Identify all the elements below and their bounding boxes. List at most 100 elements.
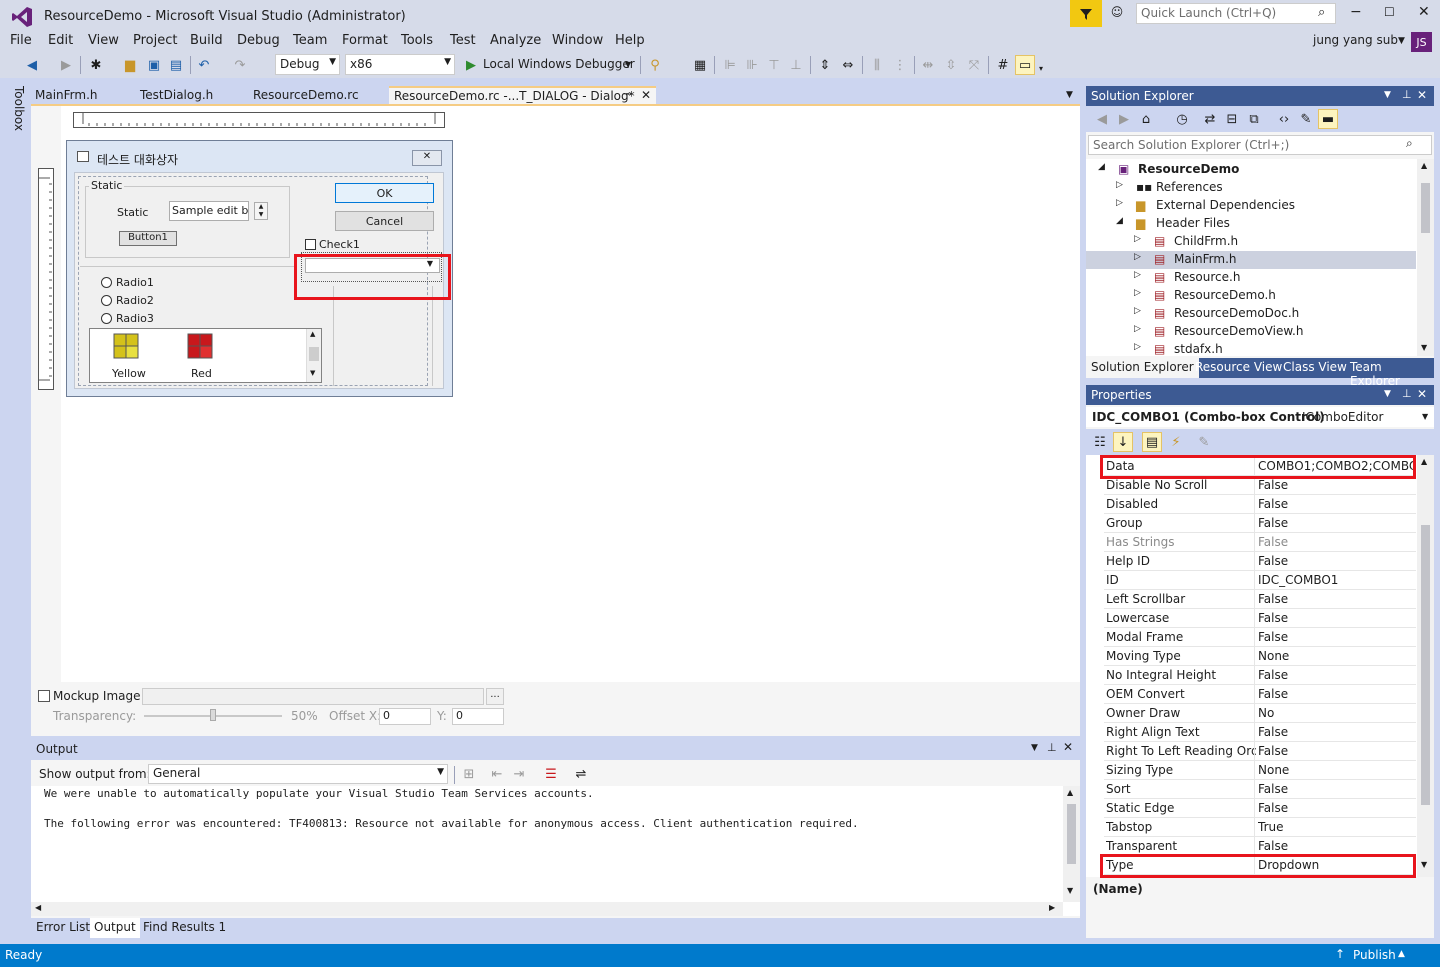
tree-item-external-dependencies[interactable]: ▷ ▆ External Dependencies	[1086, 197, 1416, 215]
menu-help[interactable]: Help	[615, 33, 645, 48]
toggle-guides-icon[interactable]: ▭	[1015, 55, 1035, 75]
menu-edit[interactable]: Edit	[48, 33, 73, 48]
publish-icon[interactable]: ↑	[1335, 947, 1345, 961]
preview-icon[interactable]: ▬	[1318, 109, 1338, 129]
alphabetical-icon[interactable]: ↓	[1113, 432, 1133, 452]
property-row[interactable]: Owner Draw No	[1104, 704, 1416, 723]
debugger-button[interactable]: Local Windows Debugger	[483, 57, 635, 71]
y-input[interactable]: 0	[452, 708, 504, 725]
property-value[interactable]: False	[1258, 725, 1414, 739]
button1[interactable]: Button1	[119, 231, 177, 246]
chevron-down-icon[interactable]: ▼	[625, 60, 631, 69]
property-row[interactable]: Sizing Type None	[1104, 761, 1416, 780]
pin-icon[interactable]: ⊥	[1402, 387, 1412, 400]
menu-debug[interactable]: Debug	[237, 33, 280, 48]
undo-icon[interactable]: ↶	[194, 55, 214, 75]
property-row[interactable]: Lowercase False	[1104, 609, 1416, 628]
radio2-button[interactable]	[101, 295, 112, 306]
start-debug-icon[interactable]: ▶	[461, 55, 481, 75]
property-value[interactable]: No	[1258, 706, 1414, 720]
menu-file[interactable]: File	[10, 33, 32, 48]
tree-item-resourcedemo-h[interactable]: ▷ ▤ ResourceDemo.h	[1086, 287, 1416, 305]
tree-item-stdafx-h[interactable]: ▷ ▤ stdafx.h	[1086, 341, 1416, 356]
close-tab-icon[interactable]: ✕	[641, 88, 651, 102]
close-panel-icon[interactable]: ✕	[1063, 740, 1073, 754]
property-value[interactable]: IDC_COMBO1	[1258, 573, 1414, 587]
property-value[interactable]: False	[1258, 687, 1414, 701]
property-row[interactable]: Tabstop True	[1104, 818, 1416, 837]
property-row[interactable]: Moving Type None	[1104, 647, 1416, 666]
forward-icon[interactable]: ▶	[56, 55, 76, 75]
make-same-width-icon[interactable]: ⇹	[918, 55, 938, 75]
mockup-image-checkbox[interactable]	[38, 690, 50, 702]
clear-all-icon[interactable]: ☰	[541, 764, 561, 784]
user-avatar[interactable]: JS	[1411, 32, 1432, 52]
solution-search-input[interactable]: Search Solution Explorer (Ctrl+;)	[1088, 135, 1432, 155]
align-top-icon[interactable]: ⊤	[764, 55, 784, 75]
panel-menu-icon[interactable]: ▼	[1384, 90, 1391, 100]
transparency-slider-thumb[interactable]	[210, 709, 216, 721]
property-value[interactable]: False	[1258, 554, 1414, 568]
tree-item-resourcedemodoc-h[interactable]: ▷ ▤ ResourceDemoDoc.h	[1086, 305, 1416, 323]
collapse-all-icon[interactable]: ⊟	[1222, 109, 1242, 129]
tree-item-childfrm-h[interactable]: ▷ ▤ ChildFrm.h	[1086, 233, 1416, 251]
menu-format[interactable]: Format	[342, 33, 388, 48]
menu-window[interactable]: Window	[552, 33, 603, 48]
chevron-up-icon[interactable]: ▲	[1398, 949, 1405, 959]
output-vscrollbar[interactable]: ▲ ▼	[1063, 786, 1080, 902]
word-wrap-icon[interactable]: ⇌	[571, 764, 591, 784]
mockup-image-path[interactable]	[142, 688, 484, 705]
pin-icon[interactable]: ⊥	[1402, 88, 1412, 101]
toolbar-overflow-icon[interactable]: ▾	[1039, 64, 1043, 73]
property-value[interactable]: False	[1258, 801, 1414, 815]
property-value[interactable]: None	[1258, 763, 1414, 777]
maximize-button[interactable]: ☐	[1384, 5, 1395, 19]
save-icon[interactable]: ▣	[144, 55, 164, 75]
events-icon[interactable]: ⚡	[1166, 432, 1186, 452]
property-row[interactable]: Sort False	[1104, 780, 1416, 799]
tree-item-resourcedemo[interactable]: ◢ ▣ ResourceDemo	[1086, 161, 1416, 179]
radio1-button[interactable]	[101, 277, 112, 288]
view-code-icon[interactable]: ‹›	[1274, 109, 1294, 129]
properties-page-icon[interactable]: ▤	[1142, 432, 1162, 452]
tab-resource-view[interactable]: Resource View	[1195, 360, 1282, 374]
menu-project[interactable]: Project	[133, 33, 177, 48]
property-row[interactable]: Left Scrollbar False	[1104, 590, 1416, 609]
check1-checkbox[interactable]	[305, 239, 316, 250]
prev-message-icon[interactable]: ⇤	[487, 764, 507, 784]
close-button[interactable]: ✕	[1418, 4, 1430, 20]
property-value[interactable]: False	[1258, 516, 1414, 530]
tree-item-resource-h[interactable]: ▷ ▤ Resource.h	[1086, 269, 1416, 287]
output-text-area[interactable]: We were unable to automatically populate…	[31, 786, 1080, 916]
tab-list-dropdown-icon[interactable]: ▼	[1066, 90, 1073, 100]
tab-testdialog-h[interactable]: TestDialog.h	[136, 86, 217, 105]
property-row[interactable]: Modal Frame False	[1104, 628, 1416, 647]
pending-changes-icon[interactable]: ◷	[1172, 109, 1192, 129]
list-item-yellow[interactable]: Yellow	[112, 367, 146, 380]
dialog-close-icon[interactable]: ✕	[412, 150, 442, 166]
quick-launch-input[interactable]: Quick Launch (Ctrl+Q)	[1136, 3, 1336, 24]
browse-button[interactable]: ...	[486, 688, 504, 705]
property-value[interactable]: None	[1258, 649, 1414, 663]
tab-resourcedemo-rc[interactable]: ResourceDemo.rc	[249, 86, 363, 105]
space-across-icon[interactable]: ⫼	[867, 55, 887, 75]
cancel-button[interactable]: Cancel	[335, 211, 434, 231]
back-icon[interactable]: ◀	[1092, 109, 1112, 129]
make-same-height-icon[interactable]: ⇳	[941, 55, 961, 75]
output-hscrollbar[interactable]: ◀ ▶	[31, 902, 1063, 916]
make-same-size-icon[interactable]: ⤧	[964, 55, 984, 75]
platform-select[interactable]: x86 ▼	[345, 54, 455, 75]
toggle-grid-icon[interactable]: #	[993, 55, 1013, 75]
tab-dialog-editor[interactable]: ResourceDemo.rc -...T_DIALOG - Dialog* ⊸…	[389, 86, 656, 106]
property-row[interactable]: Group False	[1104, 514, 1416, 533]
ok-button[interactable]: OK	[335, 183, 434, 203]
offset-x-input[interactable]: 0	[379, 708, 431, 725]
feedback-icon[interactable]: ☺	[1107, 5, 1127, 23]
config-select[interactable]: Debug ▼	[275, 54, 340, 75]
close-panel-icon[interactable]: ✕	[1417, 88, 1427, 102]
tab-team-explorer[interactable]: Team Explorer	[1350, 360, 1434, 388]
property-row[interactable]: Static Edge False	[1104, 799, 1416, 818]
center-horizontal-icon[interactable]: ⇔	[838, 55, 858, 75]
menu-team[interactable]: Team	[293, 33, 327, 48]
solution-scrollbar[interactable]: ▲ ▼	[1417, 159, 1434, 356]
